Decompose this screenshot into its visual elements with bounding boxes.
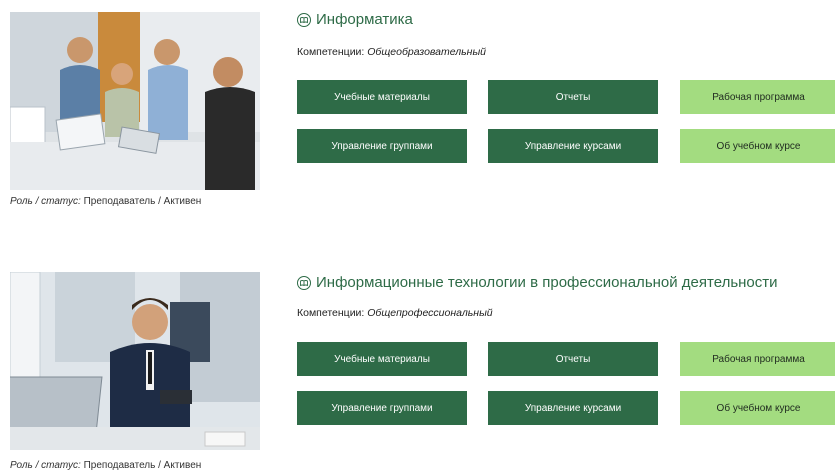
competencies: Компетенции: Общепрофессиональный (297, 307, 493, 319)
role-status-value: Преподаватель / Активен (83, 460, 202, 471)
about-course-button[interactable]: Об учебном курсе (680, 391, 835, 425)
course-title[interactable]: Информатика (316, 11, 413, 28)
role-status: Роль / статус: Преподаватель / Активен (10, 196, 201, 207)
book-circle-icon (297, 275, 311, 290)
course-photo-businessman (10, 272, 260, 450)
role-status-label: Роль / статус: (10, 460, 81, 471)
competencies: Компетенции: Общеобразовательный (297, 46, 486, 58)
role-status: Роль / статус: Преподаватель / Активен (10, 460, 201, 471)
manage-courses-button[interactable]: Управление курсами (488, 129, 658, 163)
about-course-button[interactable]: Об учебном курсе (680, 129, 835, 163)
materials-button[interactable]: Учебные материалы (297, 80, 467, 114)
work-program-button[interactable]: Рабочая программа (680, 342, 835, 376)
competencies-label: Компетенции: (297, 307, 365, 319)
book-circle-icon (297, 12, 311, 27)
competencies-value: Общеобразовательный (367, 46, 487, 58)
manage-groups-button[interactable]: Управление группами (297, 129, 467, 163)
work-program-button[interactable]: Рабочая программа (680, 80, 835, 114)
manage-groups-button[interactable]: Управление группами (297, 391, 467, 425)
competencies-label: Компетенции: (297, 46, 365, 58)
course-photo-students (10, 12, 260, 190)
reports-button[interactable]: Отчеты (488, 342, 658, 376)
course-title-row: Информатика (297, 11, 413, 28)
manage-courses-button[interactable]: Управление курсами (488, 391, 658, 425)
role-status-label: Роль / статус: (10, 196, 81, 207)
course-title-row: Информационные технологии в профессионал… (297, 274, 778, 291)
materials-button[interactable]: Учебные материалы (297, 342, 467, 376)
reports-button[interactable]: Отчеты (488, 80, 658, 114)
course-title[interactable]: Информационные технологии в профессионал… (316, 274, 778, 291)
competencies-value: Общепрофессиональный (367, 307, 493, 319)
role-status-value: Преподаватель / Активен (83, 196, 202, 207)
